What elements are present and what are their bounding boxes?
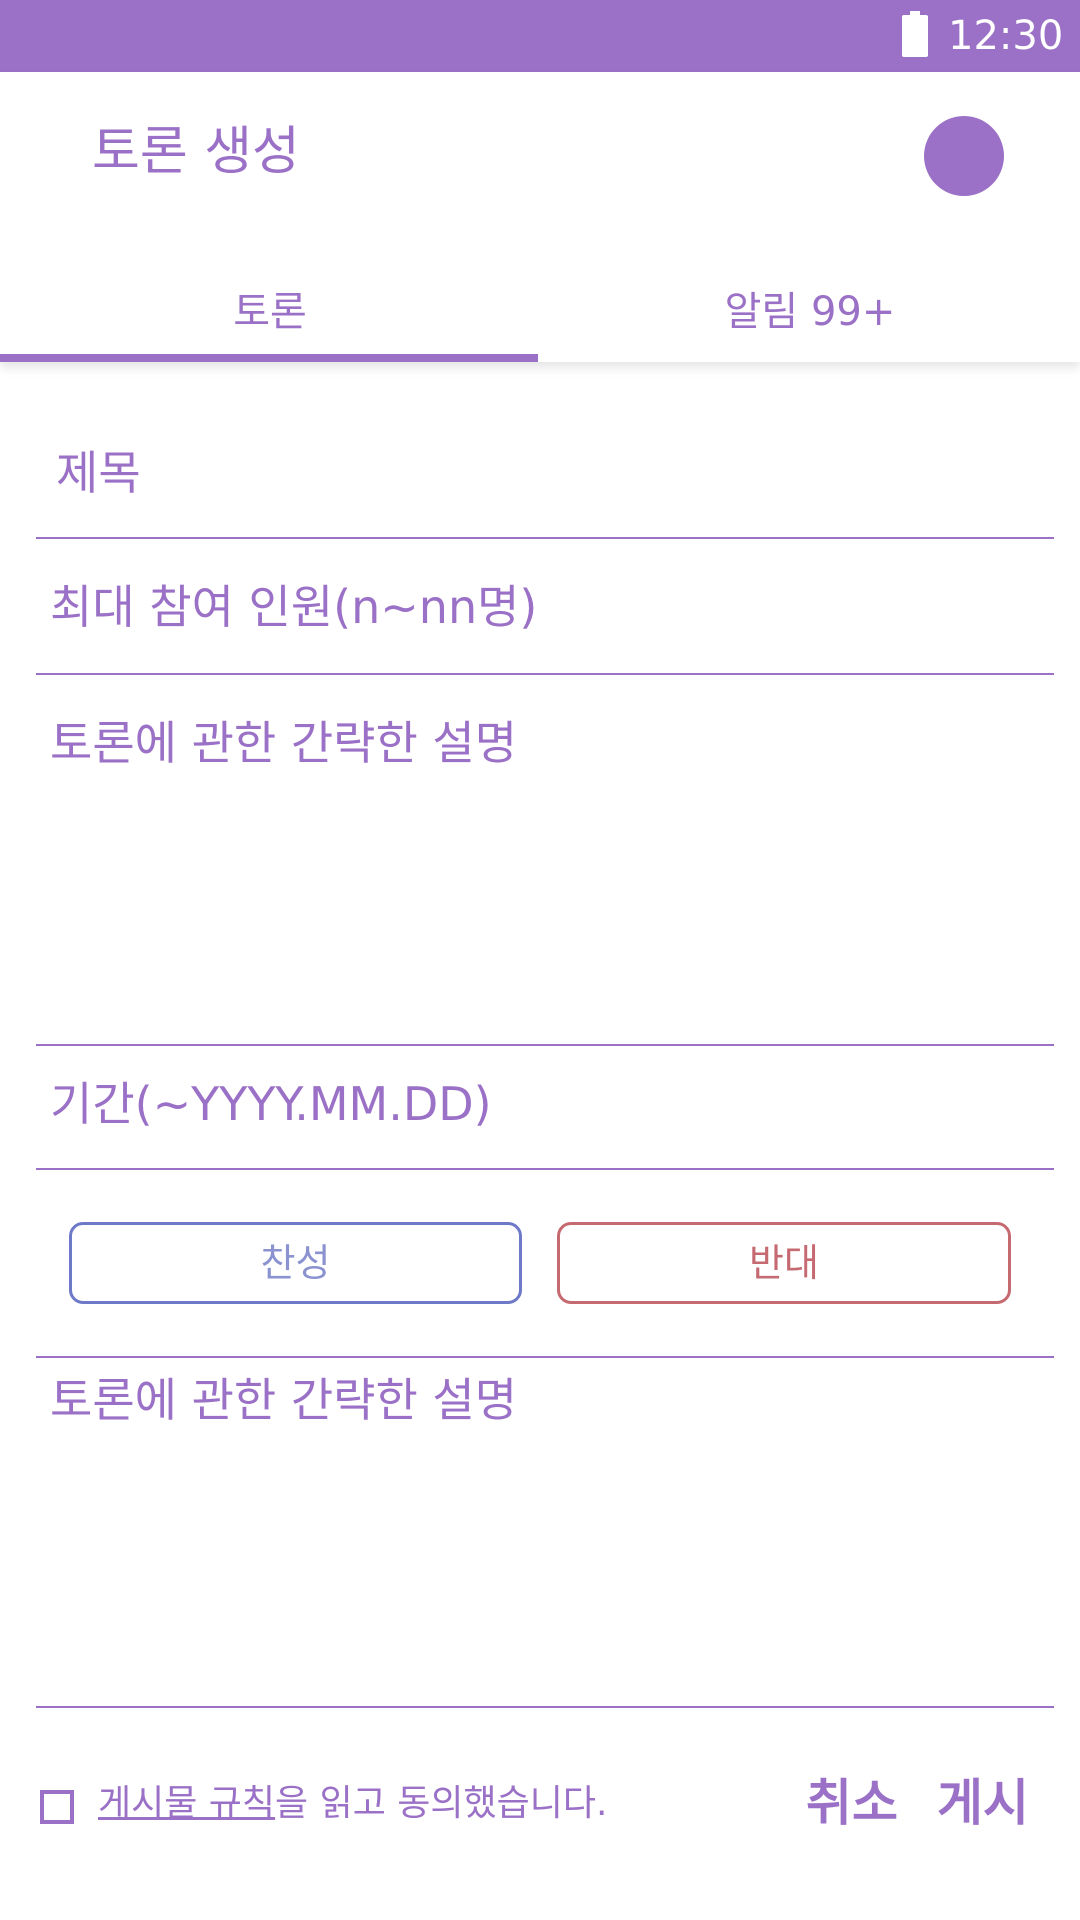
rules-agree-checkbox[interactable] [40,1790,74,1824]
post-button[interactable]: 게시 [937,1772,1029,1834]
rules-link[interactable]: 게시물 규칙 [98,1783,275,1824]
period-placeholder: 기간(~YYYY.MM.DD) [50,1077,492,1131]
oppose-button[interactable]: 반대 [557,1222,1011,1304]
title-placeholder: 제목 [56,446,141,500]
cancel-button[interactable]: 취소 [806,1772,898,1834]
tab-debate[interactable]: 토론 [0,272,540,362]
status-bar: 12:30 [0,0,1080,72]
max-participants-field[interactable]: 최대 참여 인원(n~nn명) [36,539,1054,675]
agree-button[interactable]: 찬성 [69,1222,522,1304]
rules-agree-label: 게시물 규칙을 읽고 동의했습니다. [98,1780,607,1828]
battery-icon [902,11,928,57]
description-placeholder: 토론에 관한 간략한 설명 [50,716,518,770]
app-bar: 토론 생성 토론 알림 99+ [0,72,1080,362]
avatar[interactable] [924,116,1004,196]
rules-suffix: 을 읽고 동의했습니다. [275,1783,608,1824]
tab-indicator [0,354,538,362]
page-title: 토론 생성 [92,122,300,182]
description-field[interactable]: 토론에 관한 간략한 설명 [36,675,1054,1046]
status-time: 12:30 [948,13,1064,59]
opinion-placeholder: 토론에 관한 간략한 설명 [50,1373,518,1427]
opinion-field[interactable]: 토론에 관한 간략한 설명 [36,1356,1054,1708]
max-participants-placeholder: 최대 참여 인원(n~nn명) [50,580,538,634]
period-field[interactable]: 기간(~YYYY.MM.DD) [36,1046,1054,1170]
tab-notifications[interactable]: 알림 99+ [540,272,1080,362]
title-field[interactable]: 제목 [36,425,1054,539]
